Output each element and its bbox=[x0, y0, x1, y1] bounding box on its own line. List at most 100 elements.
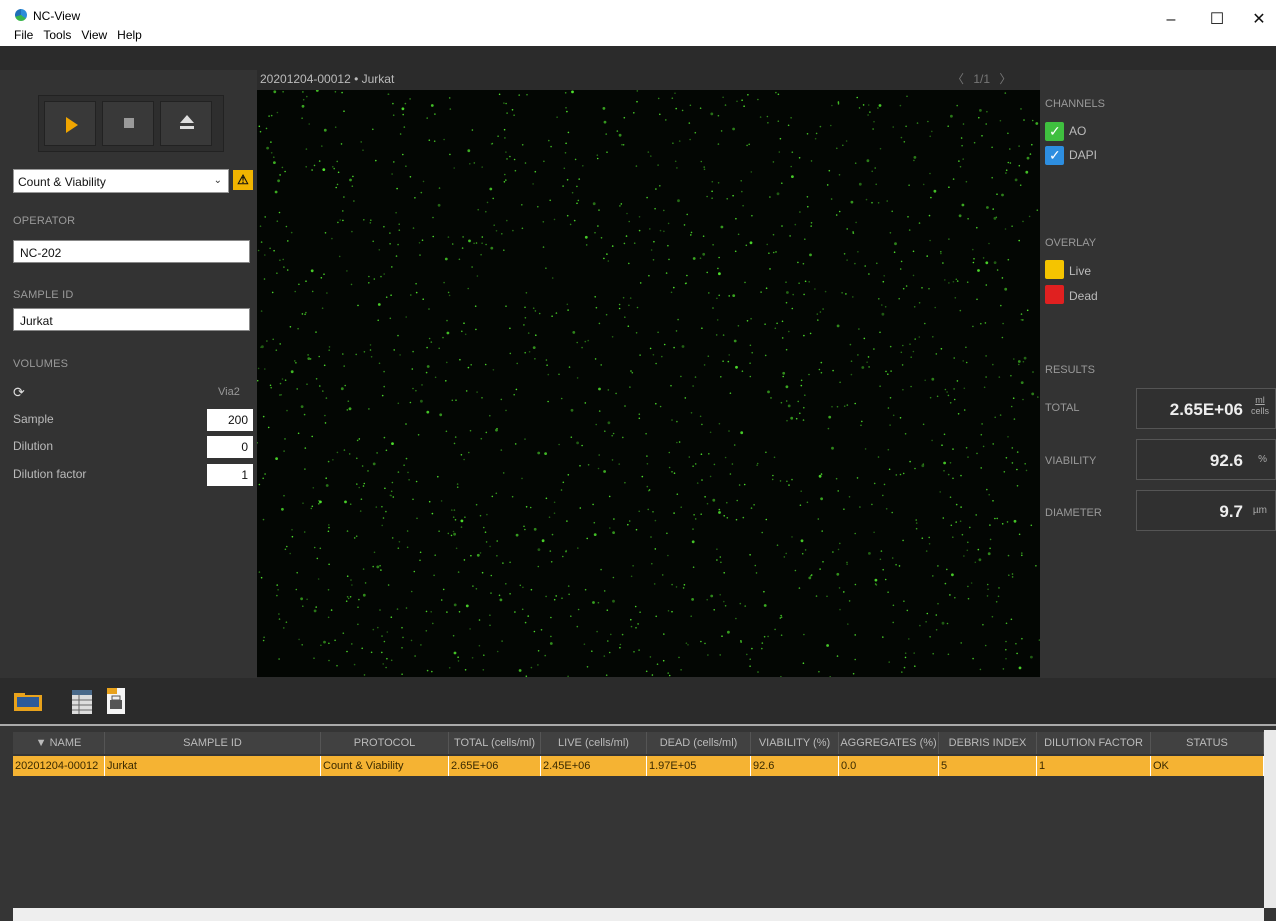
table-cell: 0.0 bbox=[839, 756, 939, 776]
viability-unit: % bbox=[1258, 454, 1267, 465]
column-header[interactable]: LIVE (cells/ml) bbox=[541, 732, 647, 754]
ao-channel-checkbox[interactable]: ✓ bbox=[1045, 122, 1064, 141]
table-cell: 2.65E+06 bbox=[449, 756, 541, 776]
dapi-channel-label: DAPI bbox=[1069, 148, 1098, 162]
transport-controls bbox=[38, 95, 224, 152]
dapi-channel-checkbox[interactable]: ✓ bbox=[1045, 146, 1064, 165]
menu-help[interactable]: Help bbox=[117, 28, 142, 42]
menu-view[interactable]: View bbox=[81, 28, 107, 42]
channels-label: CHANNELS bbox=[1045, 98, 1105, 110]
sample-volume-label: Sample bbox=[13, 412, 54, 426]
viability-result: 92.6 % bbox=[1136, 439, 1276, 480]
total-value: 2.65E+06 bbox=[1169, 400, 1243, 419]
total-result: 2.65E+06 ml cells bbox=[1136, 388, 1276, 429]
column-header[interactable]: AGGREGATES (%) bbox=[839, 732, 939, 754]
dilution-factor-input[interactable]: 1 bbox=[207, 464, 253, 486]
menu-file[interactable]: File bbox=[14, 28, 33, 42]
open-folder-icon[interactable] bbox=[12, 686, 44, 718]
page-indicator: 1/1 bbox=[973, 72, 991, 86]
microscope-image[interactable] bbox=[257, 90, 1040, 677]
column-header[interactable]: DEBRIS INDEX bbox=[939, 732, 1037, 754]
diameter-result: 9.7 µm bbox=[1136, 490, 1276, 531]
column-header[interactable]: VIABILITY (%) bbox=[751, 732, 839, 754]
dilution-row: Dilution 0 bbox=[13, 436, 253, 458]
sample-id-label: SAMPLE ID bbox=[13, 289, 74, 301]
results-table: ▼ NAME SAMPLE ID PROTOCOL TOTAL (cells/ml) L… bbox=[0, 724, 1276, 921]
diameter-unit: µm bbox=[1252, 505, 1267, 516]
dilution-factor-label: Dilution factor bbox=[13, 467, 87, 481]
results-label: RESULTS bbox=[1045, 364, 1095, 376]
vertical-scrollbar[interactable] bbox=[1264, 730, 1276, 908]
column-header[interactable]: ▼ NAME bbox=[13, 732, 105, 754]
overlay-label: OVERLAY bbox=[1045, 237, 1097, 249]
spreadsheet-export-icon[interactable] bbox=[66, 686, 98, 718]
title-bar: NC-View File Tools View Help – ☐ ✕ bbox=[0, 0, 1276, 46]
stop-button[interactable] bbox=[102, 101, 154, 146]
dead-overlay-label: Dead bbox=[1069, 289, 1098, 303]
column-header[interactable]: TOTAL (cells/ml) bbox=[449, 732, 541, 754]
total-label: TOTAL bbox=[1045, 402, 1080, 414]
viability-label: VIABILITY bbox=[1045, 455, 1097, 467]
dead-overlay-toggle[interactable] bbox=[1045, 285, 1064, 304]
table-cell: 5 bbox=[939, 756, 1037, 776]
dilution-label: Dilution bbox=[13, 439, 54, 453]
table-cell: 2.45E+06 bbox=[541, 756, 647, 776]
image-title: 20201204-00012 • Jurkat bbox=[260, 72, 395, 86]
table-cell: Jurkat bbox=[105, 756, 321, 776]
table-cell: Count & Viability bbox=[321, 756, 449, 776]
run-button[interactable] bbox=[44, 101, 96, 146]
eject-button[interactable] bbox=[160, 101, 212, 146]
next-image-button[interactable]: 〉 bbox=[999, 72, 1011, 86]
menu-tools[interactable]: Tools bbox=[43, 28, 71, 42]
protocol-value: Count & Viability bbox=[18, 175, 106, 189]
diameter-label: DIAMETER bbox=[1045, 507, 1102, 519]
column-header[interactable]: STATUS bbox=[1151, 732, 1264, 754]
play-icon bbox=[66, 117, 78, 133]
dilution-factor-row: Dilution factor 1 bbox=[13, 464, 253, 486]
sample-id-input[interactable]: Jurkat bbox=[13, 308, 250, 331]
ao-channel-label: AO bbox=[1069, 124, 1087, 138]
chevron-down-icon: ⌄ bbox=[213, 175, 222, 186]
horizontal-scrollbar[interactable] bbox=[13, 908, 1264, 921]
total-unit: ml cells bbox=[1250, 395, 1269, 416]
minimize-button[interactable]: – bbox=[1148, 6, 1194, 34]
diameter-value: 9.7 bbox=[1219, 502, 1243, 521]
table-cell: 20201204-00012 bbox=[13, 756, 105, 776]
protocol-settings-button[interactable]: ⚠ bbox=[233, 170, 253, 190]
sample-volume-row: Sample 200 bbox=[13, 409, 253, 431]
volumes-label: VOLUMES bbox=[13, 358, 69, 370]
dilution-input[interactable]: 0 bbox=[207, 436, 253, 458]
table-cell: OK bbox=[1151, 756, 1264, 776]
live-overlay-label: Live bbox=[1069, 264, 1092, 278]
pdf-print-icon[interactable] bbox=[100, 686, 132, 718]
protocol-select[interactable]: Count & Viability ⌄ bbox=[13, 169, 229, 193]
check-icon: ✓ bbox=[1049, 123, 1061, 139]
operator-input[interactable]: NC-202 bbox=[13, 240, 250, 263]
eject-icon bbox=[180, 115, 194, 123]
maximize-button[interactable]: ☐ bbox=[1194, 6, 1240, 34]
image-pager: 〈 1/1 〉 bbox=[952, 70, 1011, 87]
table-cell: 92.6 bbox=[751, 756, 839, 776]
column-header[interactable]: SAMPLE ID bbox=[105, 732, 321, 754]
column-header[interactable]: DEAD (cells/ml) bbox=[647, 732, 751, 754]
menu-bar: File Tools View Help bbox=[14, 28, 142, 42]
via-label: Via2 bbox=[218, 386, 240, 398]
export-toolbar bbox=[0, 678, 1276, 724]
refresh-icon[interactable]: ⟳ bbox=[13, 385, 27, 399]
table-cell: 1.97E+05 bbox=[647, 756, 751, 776]
prev-image-button[interactable]: 〈 bbox=[952, 72, 964, 86]
live-overlay-toggle[interactable] bbox=[1045, 260, 1064, 279]
viability-value: 92.6 bbox=[1209, 451, 1243, 470]
right-panel: CHANNELS ✓ AO ✓ DAPI OVERLAY Live Dead R… bbox=[1040, 70, 1276, 678]
sample-volume-input[interactable]: 200 bbox=[207, 409, 253, 431]
operator-label: OPERATOR bbox=[13, 215, 76, 227]
column-header[interactable]: PROTOCOL bbox=[321, 732, 449, 754]
check-icon: ✓ bbox=[1049, 147, 1061, 163]
column-header[interactable]: DILUTION FACTOR bbox=[1037, 732, 1151, 754]
table-header: ▼ NAME SAMPLE ID PROTOCOL TOTAL (cells/ml) L… bbox=[13, 732, 1264, 754]
table-row[interactable]: 20201204-00012 Jurkat Count & Viability 2.6… bbox=[13, 756, 1264, 776]
close-button[interactable]: ✕ bbox=[1236, 6, 1276, 34]
table-cell: 1 bbox=[1037, 756, 1151, 776]
app-logo-icon bbox=[15, 9, 27, 21]
window-title: NC-View bbox=[33, 9, 81, 23]
